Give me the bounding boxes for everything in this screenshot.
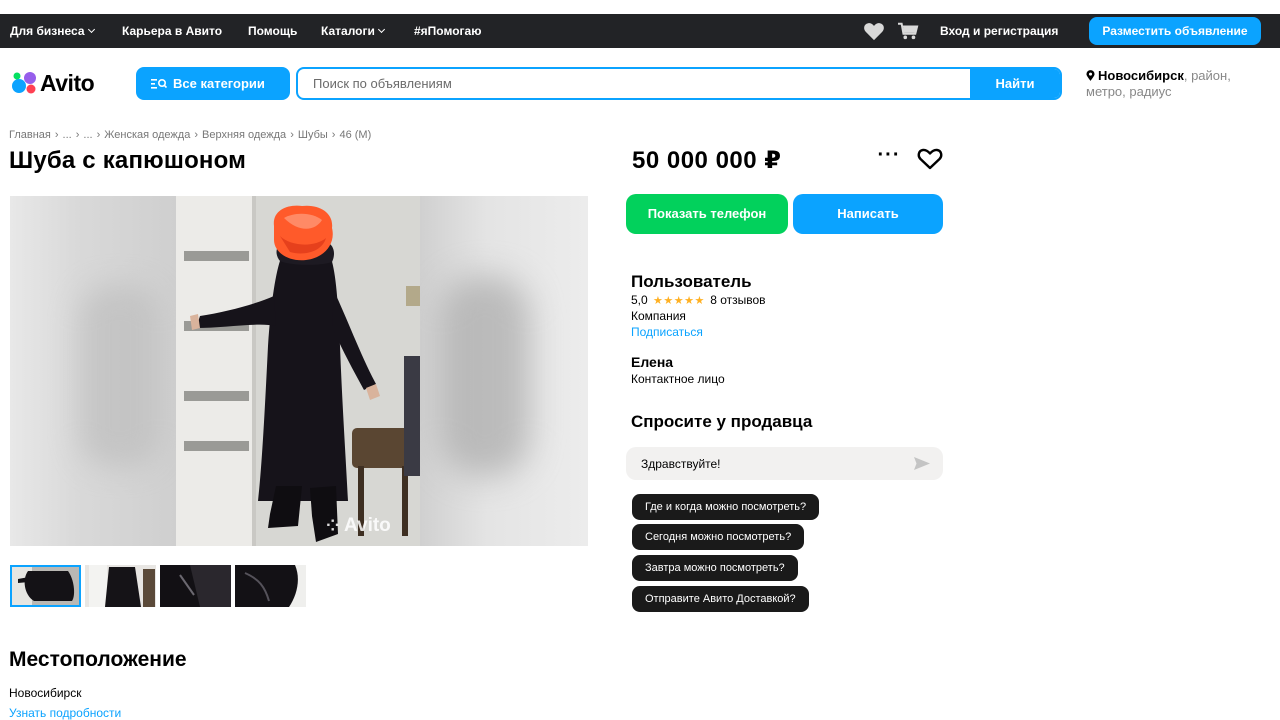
career-link[interactable]: Карьера в Авито (122, 14, 222, 48)
for-business-menu[interactable]: Для бизнеса (10, 14, 95, 48)
contact-name: Елена (631, 354, 674, 370)
rating-value: 5,0 (631, 293, 648, 307)
thumbnail-2[interactable] (85, 565, 156, 607)
breadcrumb-item[interactable]: ... (83, 129, 92, 141)
location-city: Новосибирск (1098, 68, 1184, 83)
seller-type: Компания (631, 309, 686, 323)
cart-icon[interactable] (897, 21, 919, 41)
location-section-title: Местоположение (9, 648, 187, 671)
post-ad-button[interactable]: Разместить объявление (1089, 17, 1261, 45)
chevron-down-icon (87, 25, 95, 34)
catalogs-label: Каталоги (321, 24, 375, 38)
seller-rating: 5,0 ★★★★★ 8 отзывов (631, 293, 766, 307)
search-box: Найти (296, 67, 1062, 100)
breadcrumb-item[interactable]: Главная (9, 129, 51, 141)
breadcrumb-item[interactable]: Верхняя одежда (202, 129, 286, 141)
avito-logo[interactable]: Avito (10, 69, 95, 97)
show-phone-button[interactable]: Показать телефон (626, 194, 788, 234)
location-pin-icon (1086, 70, 1095, 81)
listing-main-photo[interactable] (176, 196, 420, 546)
message-input[interactable] (626, 447, 906, 480)
ask-seller-title: Спросите у продавца (631, 412, 813, 431)
search-input[interactable] (298, 69, 972, 98)
location-city-text: Новосибирск (9, 686, 82, 700)
subscribe-link[interactable]: Подписаться (631, 325, 703, 339)
more-options-button[interactable]: ··· (877, 145, 901, 168)
thumbnail-3[interactable] (160, 565, 231, 607)
gallery-blur-right (420, 196, 588, 546)
heart-icon[interactable] (863, 21, 885, 41)
all-categories-label: Все категории (173, 76, 265, 91)
breadcrumb-item[interactable]: ... (63, 129, 72, 141)
gallery-blur-left (10, 196, 176, 546)
for-business-label: Для бизнеса (10, 24, 85, 38)
quick-question-button[interactable]: Где и когда можно посмотреть? (632, 494, 820, 520)
top-navigation-bar: Для бизнеса Карьера в Авито Помощь Катал… (0, 14, 1280, 48)
search-list-icon (151, 78, 168, 89)
avito-watermark: ⁘ Avito (326, 515, 391, 536)
rating-stars-icon: ★★★★★ (653, 295, 705, 307)
location-selector[interactable]: Новосибирск, район, метро, радиус (1086, 68, 1266, 100)
contact-role: Контактное лицо (631, 372, 725, 386)
photo-gallery[interactable]: ⁘ Avito (10, 196, 588, 546)
quick-question-button[interactable]: Отправите Авито Доставкой? (632, 586, 809, 612)
logo-text: Avito (40, 69, 95, 96)
send-arrow-icon[interactable] (913, 456, 931, 471)
listing-price: 50 000 000 ₽ (632, 147, 782, 174)
quick-question-button[interactable]: Сегодня можно посмотреть? (632, 524, 805, 550)
chevron-down-icon (377, 25, 385, 34)
breadcrumb: Главная ›... ›... › Женская одежда › Верхняя о… (9, 129, 372, 141)
breadcrumb-item[interactable]: Шубы (298, 129, 328, 141)
hashtag-link[interactable]: #яПомогаю (414, 14, 481, 48)
thumbnail-4[interactable] (235, 565, 306, 607)
avito-logo-icon (12, 72, 36, 94)
reviews-link[interactable]: 8 отзывов (710, 293, 765, 307)
listing-title: Шуба с капюшоном (9, 147, 247, 174)
favorite-heart-icon[interactable] (917, 148, 943, 170)
thumbnail-1[interactable] (10, 565, 81, 607)
write-message-button[interactable]: Написать (793, 194, 943, 234)
all-categories-button[interactable]: Все категории (136, 67, 290, 100)
breadcrumb-item[interactable]: 46 (M) (339, 129, 371, 141)
message-box (626, 447, 943, 480)
location-details-link[interactable]: Узнать подробности (9, 706, 121, 720)
catalogs-menu[interactable]: Каталоги (321, 14, 385, 48)
help-link[interactable]: Помощь (248, 14, 297, 48)
breadcrumb-item[interactable]: Женская одежда (104, 129, 190, 141)
search-button[interactable]: Найти (970, 69, 1060, 98)
quick-question-button[interactable]: Завтра можно посмотреть? (632, 555, 798, 581)
login-link[interactable]: Вход и регистрация (940, 14, 1058, 48)
seller-name[interactable]: Пользователь (631, 272, 752, 292)
